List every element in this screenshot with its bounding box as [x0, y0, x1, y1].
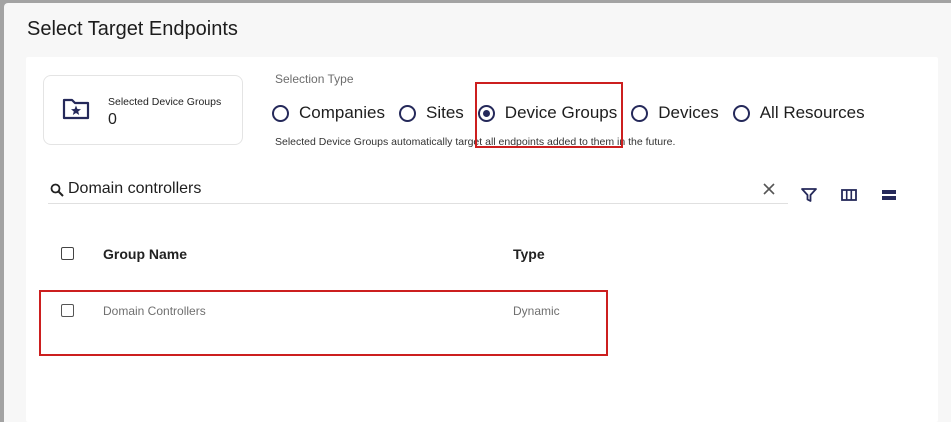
cell-type: Dynamic [513, 304, 560, 318]
density-icon[interactable] [880, 187, 898, 203]
select-all-checkbox[interactable] [61, 247, 74, 260]
column-header-group-name[interactable]: Group Name [103, 246, 187, 262]
radio-label: Device Groups [504, 103, 618, 122]
search-bar [48, 174, 788, 204]
radio-device-groups[interactable]: Device Groups [477, 103, 618, 123]
radio-devices[interactable]: Devices [631, 103, 719, 123]
clear-icon[interactable] [762, 182, 776, 196]
radio-all-resources[interactable]: All Resources [732, 103, 865, 123]
radio-circle-icon [272, 104, 289, 122]
cell-group-name: Domain Controllers [103, 304, 206, 318]
filter-icon[interactable] [800, 187, 818, 203]
selected-count-card: Selected Device Groups 0 [43, 75, 243, 145]
selection-type-radio-group: Companies Sites Device Groups Devices Al… [272, 101, 879, 125]
radio-circle-icon [732, 104, 750, 122]
folder-star-icon [62, 98, 90, 120]
search-input[interactable] [68, 177, 758, 201]
radio-label: Devices [658, 103, 719, 122]
search-icon [50, 183, 64, 197]
selected-count-value: 0 [108, 111, 117, 128]
row-checkbox[interactable] [61, 304, 74, 317]
device-groups-table: Group Name Type Domain Controllers Dynam… [43, 227, 923, 343]
radio-companies[interactable]: Companies [272, 103, 385, 123]
selection-panel: Selected Device Groups 0 Selection Type … [26, 57, 938, 422]
table-header-row: Group Name Type [43, 227, 923, 279]
radio-sites[interactable]: Sites [399, 103, 464, 123]
selected-count-label: Selected Device Groups [108, 96, 222, 108]
radio-selected-icon [477, 104, 495, 122]
column-header-type[interactable]: Type [513, 246, 545, 262]
selection-helper-text: Selected Device Groups automatically tar… [275, 136, 676, 148]
dialog-title: Select Target Endpoints [27, 18, 238, 40]
select-target-endpoints-dialog: Select Target Endpoints Selected Device … [4, 3, 951, 422]
radio-label: Sites [426, 103, 464, 122]
radio-circle-icon [399, 104, 416, 122]
selection-type-label: Selection Type [275, 72, 354, 86]
radio-label: All Resources [759, 103, 865, 122]
radio-circle-icon [631, 104, 649, 122]
radio-label: Companies [299, 103, 385, 122]
columns-icon[interactable] [840, 187, 858, 203]
table-row[interactable]: Domain Controllers Dynamic [43, 279, 923, 343]
